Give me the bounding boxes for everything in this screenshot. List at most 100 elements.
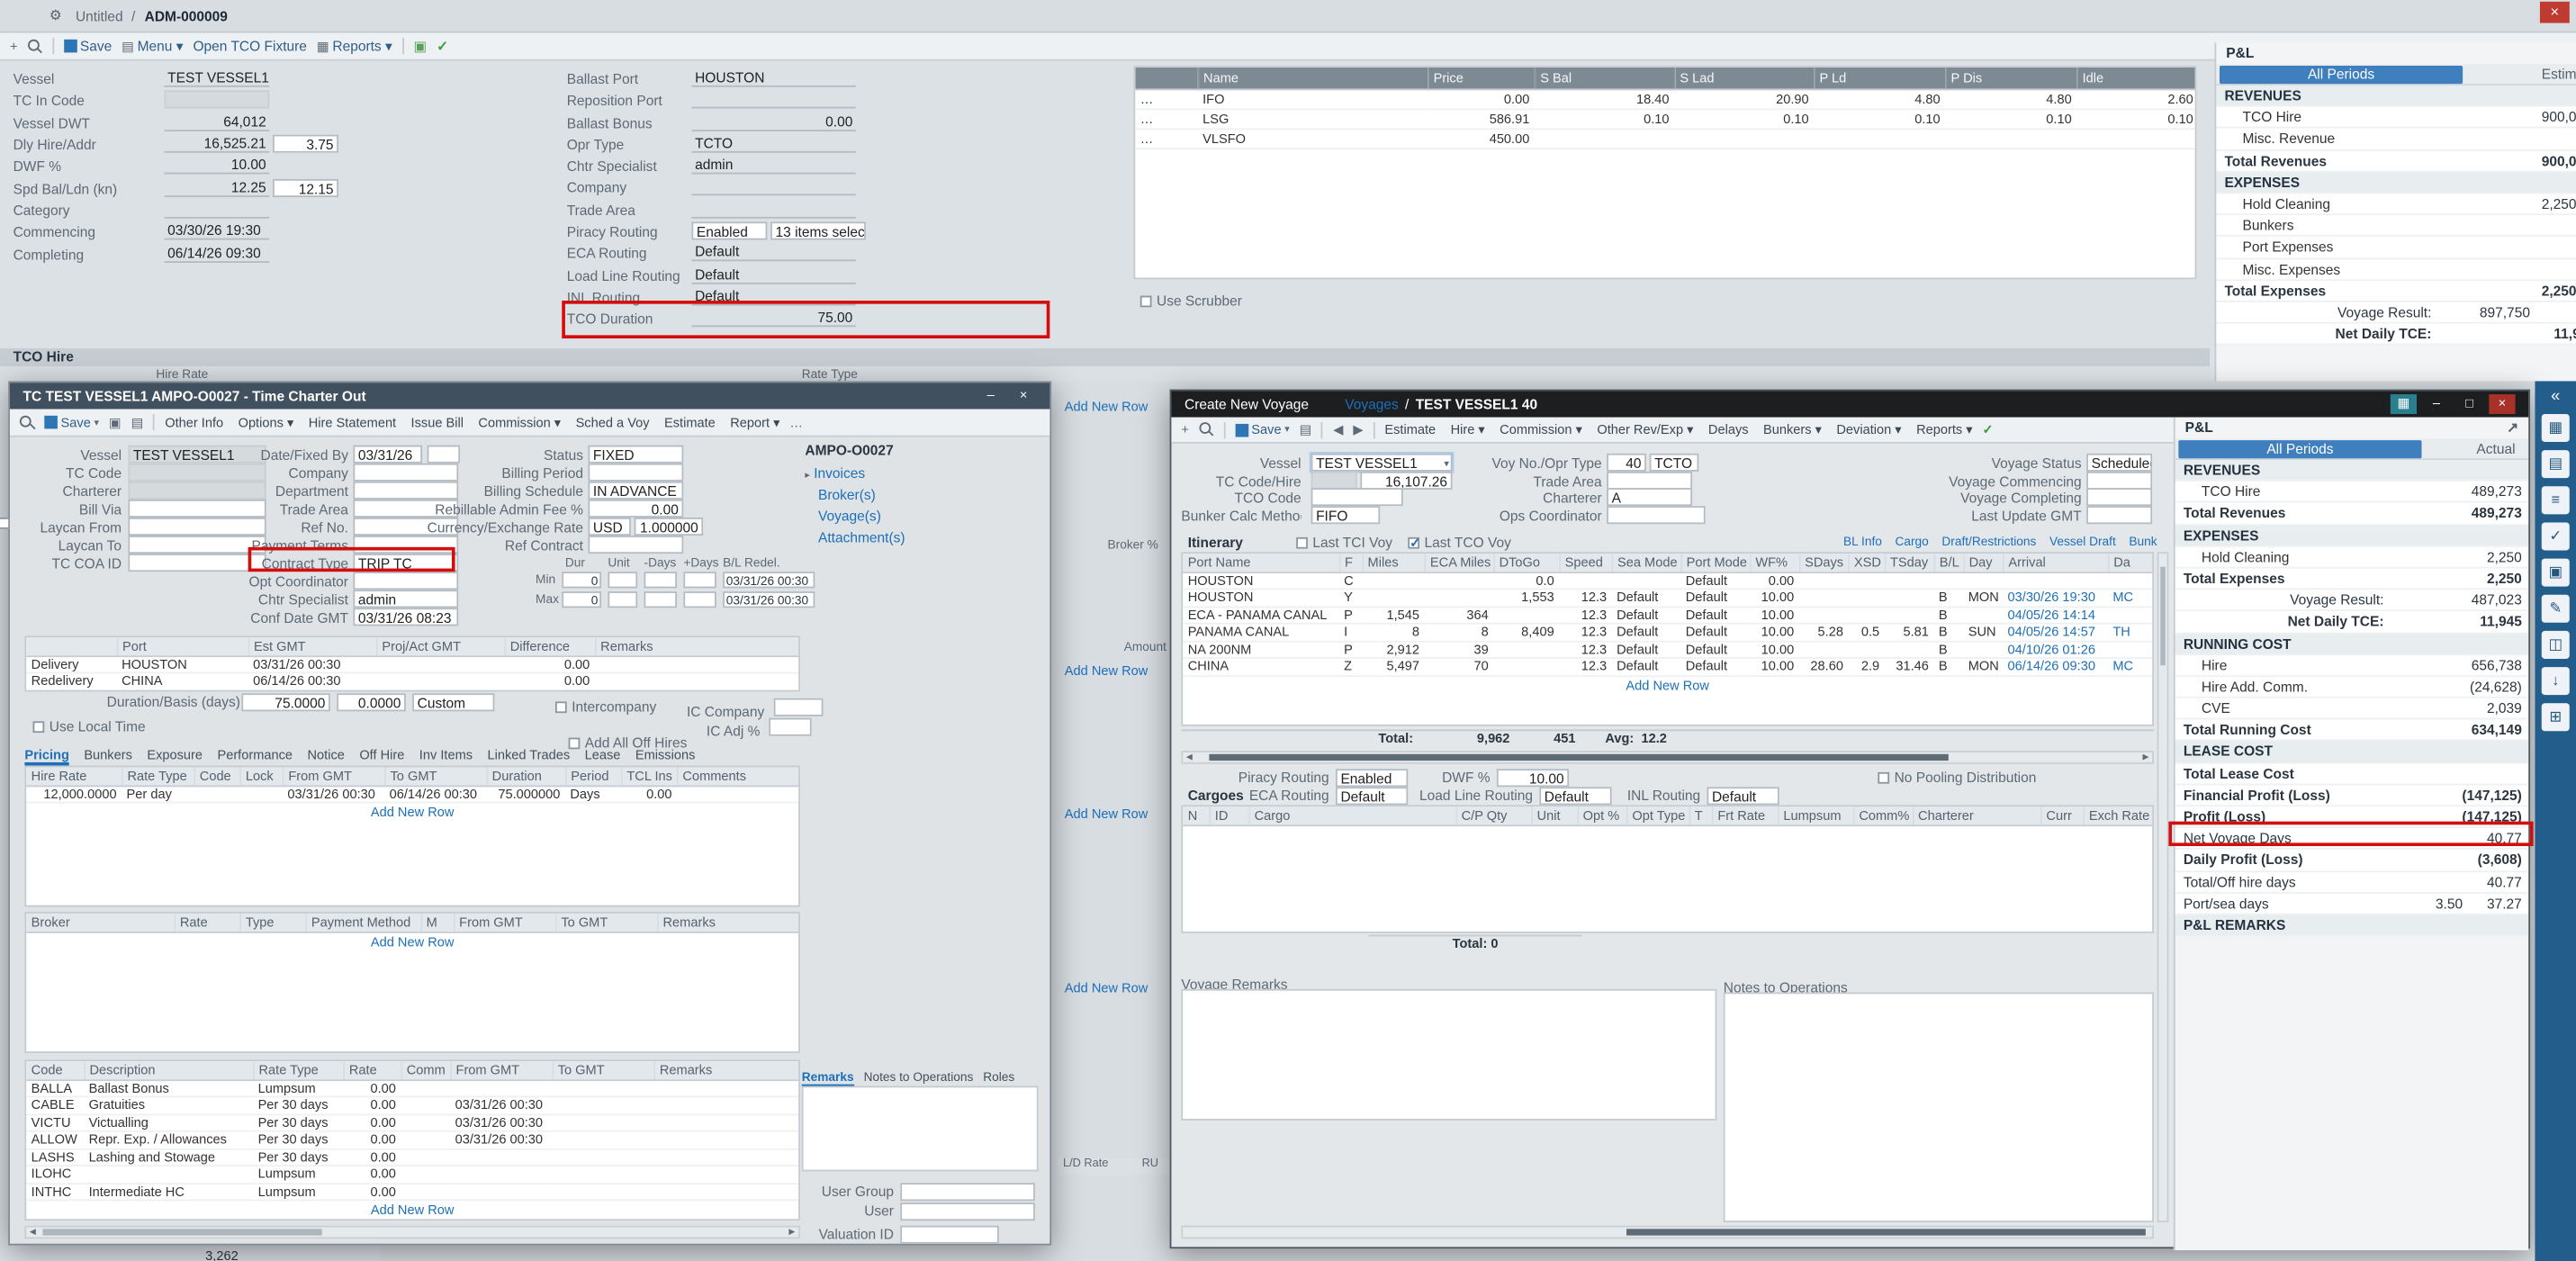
cell[interactable] [552,1166,653,1183]
ic-company-input[interactable] [773,698,823,716]
cell[interactable] [1963,607,2003,624]
cell[interactable] [552,1079,653,1096]
cell[interactable]: I [1339,624,1363,641]
user-group-input[interactable] [900,1183,1035,1201]
cell[interactable]: 12.3 [1559,658,1611,675]
menu-item[interactable]: Reports ▾ [1916,422,1973,437]
cell[interactable]: 2.9 [1848,658,1884,675]
field-input[interactable]: Enabled [691,222,767,240]
cell[interactable] [552,1131,653,1148]
cell[interactable]: 04/05/26 14:14 [2003,607,2108,624]
cell[interactable] [1885,641,1934,658]
field-input[interactable] [2086,505,2152,523]
field-input[interactable]: 3.75 [273,135,338,153]
horizontal-scrollbar[interactable]: ◀ ▶ [1181,751,2154,764]
cell[interactable] [1885,572,1934,589]
cell[interactable]: CHINA [1183,658,1338,675]
cell[interactable]: HOUSTON [117,655,248,672]
cell[interactable]: ECA - PANAMA CANAL [1183,607,1338,624]
menu-item[interactable]: Other Info [165,415,223,429]
checkbox[interactable] [0,518,10,529]
window-dock-icon[interactable]: ◫ [2542,631,2570,659]
user-input[interactable] [900,1202,1035,1220]
brokers-link[interactable]: Broker(s) [818,486,876,502]
scrollbar-thumb[interactable] [42,1229,321,1235]
table-row[interactable]: RedeliveryCHINA06/14/26 00:300.00 [26,672,800,689]
min-dur-input[interactable]: 0 [562,572,601,588]
cell[interactable]: Delivery [26,655,116,672]
cell[interactable]: NA 200NM [1183,641,1338,658]
field-input[interactable]: 03/31/26 [353,446,422,464]
cell[interactable]: Default [1612,624,1681,641]
menu-item[interactable]: Inv Items [419,748,473,766]
cell[interactable] [595,655,800,672]
tc-window-title-bar[interactable]: TC TEST VESSEL1 AMPO-O0027 - Time Charte… [10,383,1049,409]
cell[interactable]: 0.00 [343,1148,401,1166]
cell[interactable]: Lumpsum [253,1166,343,1183]
menu-item[interactable]: Bunkers ▾ [1763,422,1822,437]
cell[interactable]: 0.10 [1945,108,2076,128]
cell[interactable] [653,1183,799,1200]
cell[interactable]: 0.00 [343,1096,401,1113]
field-input[interactable]: 03/30/26 19:30 [165,222,270,240]
eca-routing-select[interactable]: Default [1336,787,1408,805]
menu-item[interactable]: Roles [983,1069,1014,1087]
field-input[interactable]: admin [353,590,458,608]
cell[interactable]: Victualling [84,1114,253,1131]
cell[interactable]: Default [1680,589,1750,606]
cell[interactable]: ILOHC [26,1166,84,1183]
table-row[interactable]: HOUSTONY1,55312.3DefaultDefault10.00BMON… [1183,589,2154,606]
cell[interactable]: Default [1612,589,1681,606]
menu-item[interactable]: BL Info [1843,534,1882,548]
cell[interactable]: Per 30 days [253,1096,343,1113]
cell[interactable]: 06/14/26 00:30 [384,785,486,802]
cell[interactable] [376,655,504,672]
cell[interactable]: 8 [1425,624,1494,641]
cell[interactable]: 0.10 [1535,108,1674,128]
field-input[interactable]: A [1607,488,1692,506]
menu-item[interactable]: Remarks [802,1069,854,1087]
cell[interactable] [1848,589,1884,606]
voyage-window-title-bar[interactable]: Create New Voyage Voyages / TEST VESSEL1… [1171,391,2528,417]
close-icon[interactable]: × [1011,386,1037,406]
cell[interactable]: 0.00 [343,1183,401,1200]
add-new-row-link[interactable]: Add New Row [1183,676,2152,696]
cell[interactable] [450,1079,552,1096]
close-icon[interactable]: × [2489,394,2515,414]
cell[interactable]: 18.40 [1535,89,1674,109]
field-input[interactable]: 0.00 [691,113,856,131]
cell[interactable]: Redelivery [26,672,116,689]
menu-item[interactable]: Hire ▾ [1451,422,1485,437]
add-new-row-link[interactable]: Add New Row [26,804,798,824]
menu-item[interactable]: Linked Trades [487,748,570,766]
field-input[interactable]: 75.00 [691,310,856,328]
cell[interactable]: Per 30 days [253,1114,343,1131]
cell[interactable]: Default [1612,607,1681,624]
cell[interactable]: MC [2108,589,2154,606]
cell[interactable]: Per 30 days [253,1148,343,1166]
cell[interactable]: 0.00 [343,1079,401,1096]
field-input[interactable]: Default [691,266,856,284]
field-input[interactable]: 16,525.21 [165,135,270,153]
cell[interactable]: MON [1963,658,2003,675]
expand-icon[interactable]: ↗ [2507,418,2518,439]
load-line-routing-select[interactable]: Default [1539,787,1611,805]
field-input[interactable]: 03/31/26 08:23 [353,608,458,626]
cell[interactable]: 03/31/26 00:30 [450,1114,552,1131]
basis-select[interactable]: Custom [412,693,494,711]
cell[interactable]: 10.00 [1750,624,1799,641]
cell[interactable]: TH [2108,624,2154,641]
field-input[interactable]: 64,012 [165,113,270,131]
field-input[interactable]: 12.15 [273,178,338,196]
cell[interactable]: 03/31/26 00:30 [450,1096,552,1113]
menu-button[interactable]: ▤Menu ▾ [122,37,183,55]
menu-item[interactable]: Exposure [147,748,203,766]
cell[interactable]: HOUSTON [1183,572,1338,589]
cell[interactable] [84,1166,253,1183]
search-icon[interactable] [1199,422,1213,437]
lock-icon[interactable]: ▣ [414,37,428,55]
table-row[interactable]: DeliveryHOUSTON03/31/26 00:300.00 [26,655,800,672]
cell[interactable]: 4.80 [1814,89,1945,109]
voyages-breadcrumb-link[interactable]: Voyages [1345,396,1399,412]
field-input[interactable] [691,178,856,196]
